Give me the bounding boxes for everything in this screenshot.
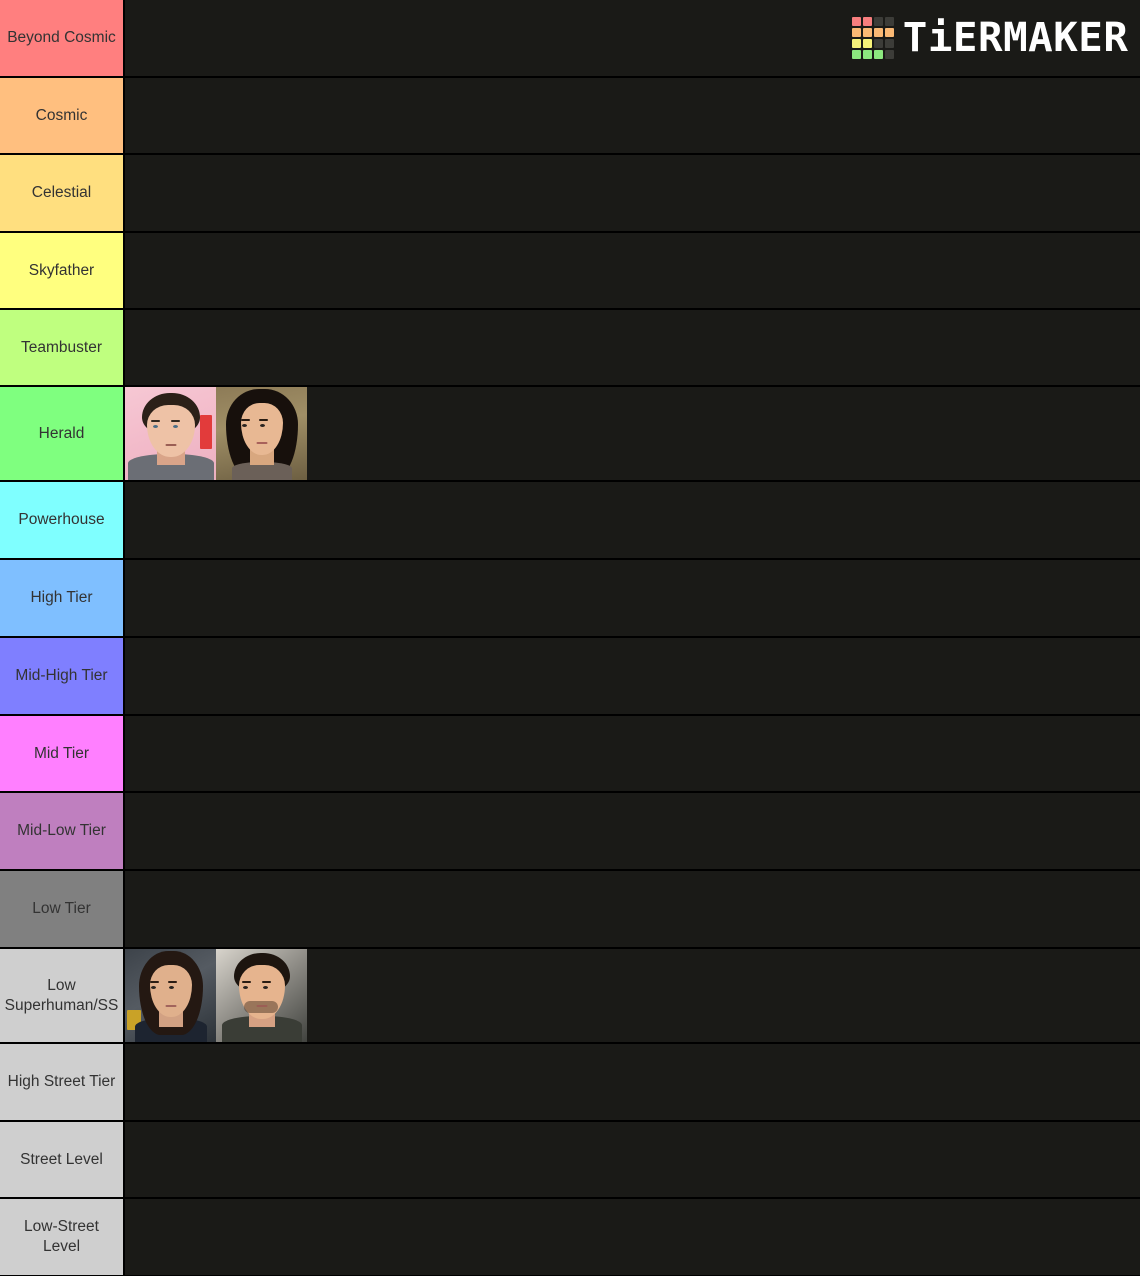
tier-label-high-street-tier[interactable]: High Street Tier	[0, 1044, 125, 1120]
tier-label-mid-tier[interactable]: Mid Tier	[0, 716, 125, 791]
tier-label-mid-low-tier[interactable]: Mid-Low Tier	[0, 793, 125, 869]
tier-items-container[interactable]	[125, 1199, 1140, 1275]
tier-list: Beyond Cosmic TiERMAKER Cosmic Celestial Sky…	[0, 0, 1140, 1276]
tier-label-street-level[interactable]: Street Level	[0, 1122, 125, 1197]
tier-row: Mid-High Tier	[0, 638, 1140, 716]
tier-items-container[interactable]	[125, 1044, 1140, 1120]
tier-label-herald[interactable]: Herald	[0, 387, 125, 480]
tier-label-teambuster[interactable]: Teambuster	[0, 310, 125, 385]
tier-row: Low Superhuman/SS	[0, 949, 1140, 1044]
tier-row: Beyond Cosmic TiERMAKER	[0, 0, 1140, 78]
tier-label-skyfather[interactable]: Skyfather	[0, 233, 125, 308]
tier-items-container[interactable]	[125, 482, 1140, 558]
tier-row: High Tier	[0, 560, 1140, 638]
tier-items-container[interactable]	[125, 155, 1140, 231]
tier-row: Skyfather	[0, 233, 1140, 310]
tier-items-container[interactable]	[125, 387, 1140, 480]
portrait-image	[216, 949, 307, 1042]
portrait-man-pink-carpet[interactable]	[125, 387, 216, 480]
tier-items-container[interactable]	[125, 793, 1140, 869]
tier-row: Celestial	[0, 155, 1140, 233]
tier-items-container[interactable]	[125, 560, 1140, 636]
tier-row: Mid-Low Tier	[0, 793, 1140, 871]
tiermaker-app: Beyond Cosmic TiERMAKER Cosmic Celestial Sky…	[0, 0, 1140, 1276]
tier-items-container[interactable]	[125, 78, 1140, 153]
tier-label-high-tier[interactable]: High Tier	[0, 560, 125, 636]
tier-row: Teambuster	[0, 310, 1140, 387]
tier-row: Low Tier	[0, 871, 1140, 949]
portrait-man-stubble[interactable]	[216, 949, 307, 1042]
tier-items-container[interactable]	[125, 638, 1140, 714]
tier-label-mid-high-tier[interactable]: Mid-High Tier	[0, 638, 125, 714]
tier-row: Street Level	[0, 1122, 1140, 1199]
tier-row: Low-Street Level	[0, 1199, 1140, 1276]
tier-items-container[interactable]	[125, 1122, 1140, 1197]
tier-label-cosmic[interactable]: Cosmic	[0, 78, 125, 153]
tier-row: Powerhouse	[0, 482, 1140, 560]
tier-row: Mid Tier	[0, 716, 1140, 793]
tier-row: High Street Tier	[0, 1044, 1140, 1122]
tier-label-beyond-cosmic[interactable]: Beyond Cosmic	[0, 0, 125, 76]
portrait-woman-dark-hair[interactable]	[216, 387, 307, 480]
tier-items-container[interactable]	[125, 310, 1140, 385]
tier-label-powerhouse[interactable]: Powerhouse	[0, 482, 125, 558]
portrait-image	[125, 387, 216, 480]
tier-label-low-street-level[interactable]: Low-Street Level	[0, 1199, 125, 1275]
portrait-image	[216, 387, 307, 480]
tier-label-low-superhuman-ss[interactable]: Low Superhuman/SS	[0, 949, 125, 1042]
tier-items-container[interactable]	[125, 949, 1140, 1042]
tier-items-container[interactable]	[125, 0, 1140, 76]
tier-row: Herald	[0, 387, 1140, 482]
tier-row: Cosmic	[0, 78, 1140, 155]
tier-items-container[interactable]	[125, 716, 1140, 791]
tier-label-celestial[interactable]: Celestial	[0, 155, 125, 231]
tier-label-low-tier[interactable]: Low Tier	[0, 871, 125, 947]
portrait-image	[125, 949, 216, 1042]
tier-items-container[interactable]	[125, 871, 1140, 947]
portrait-woman-agent[interactable]	[125, 949, 216, 1042]
tier-items-container[interactable]	[125, 233, 1140, 308]
